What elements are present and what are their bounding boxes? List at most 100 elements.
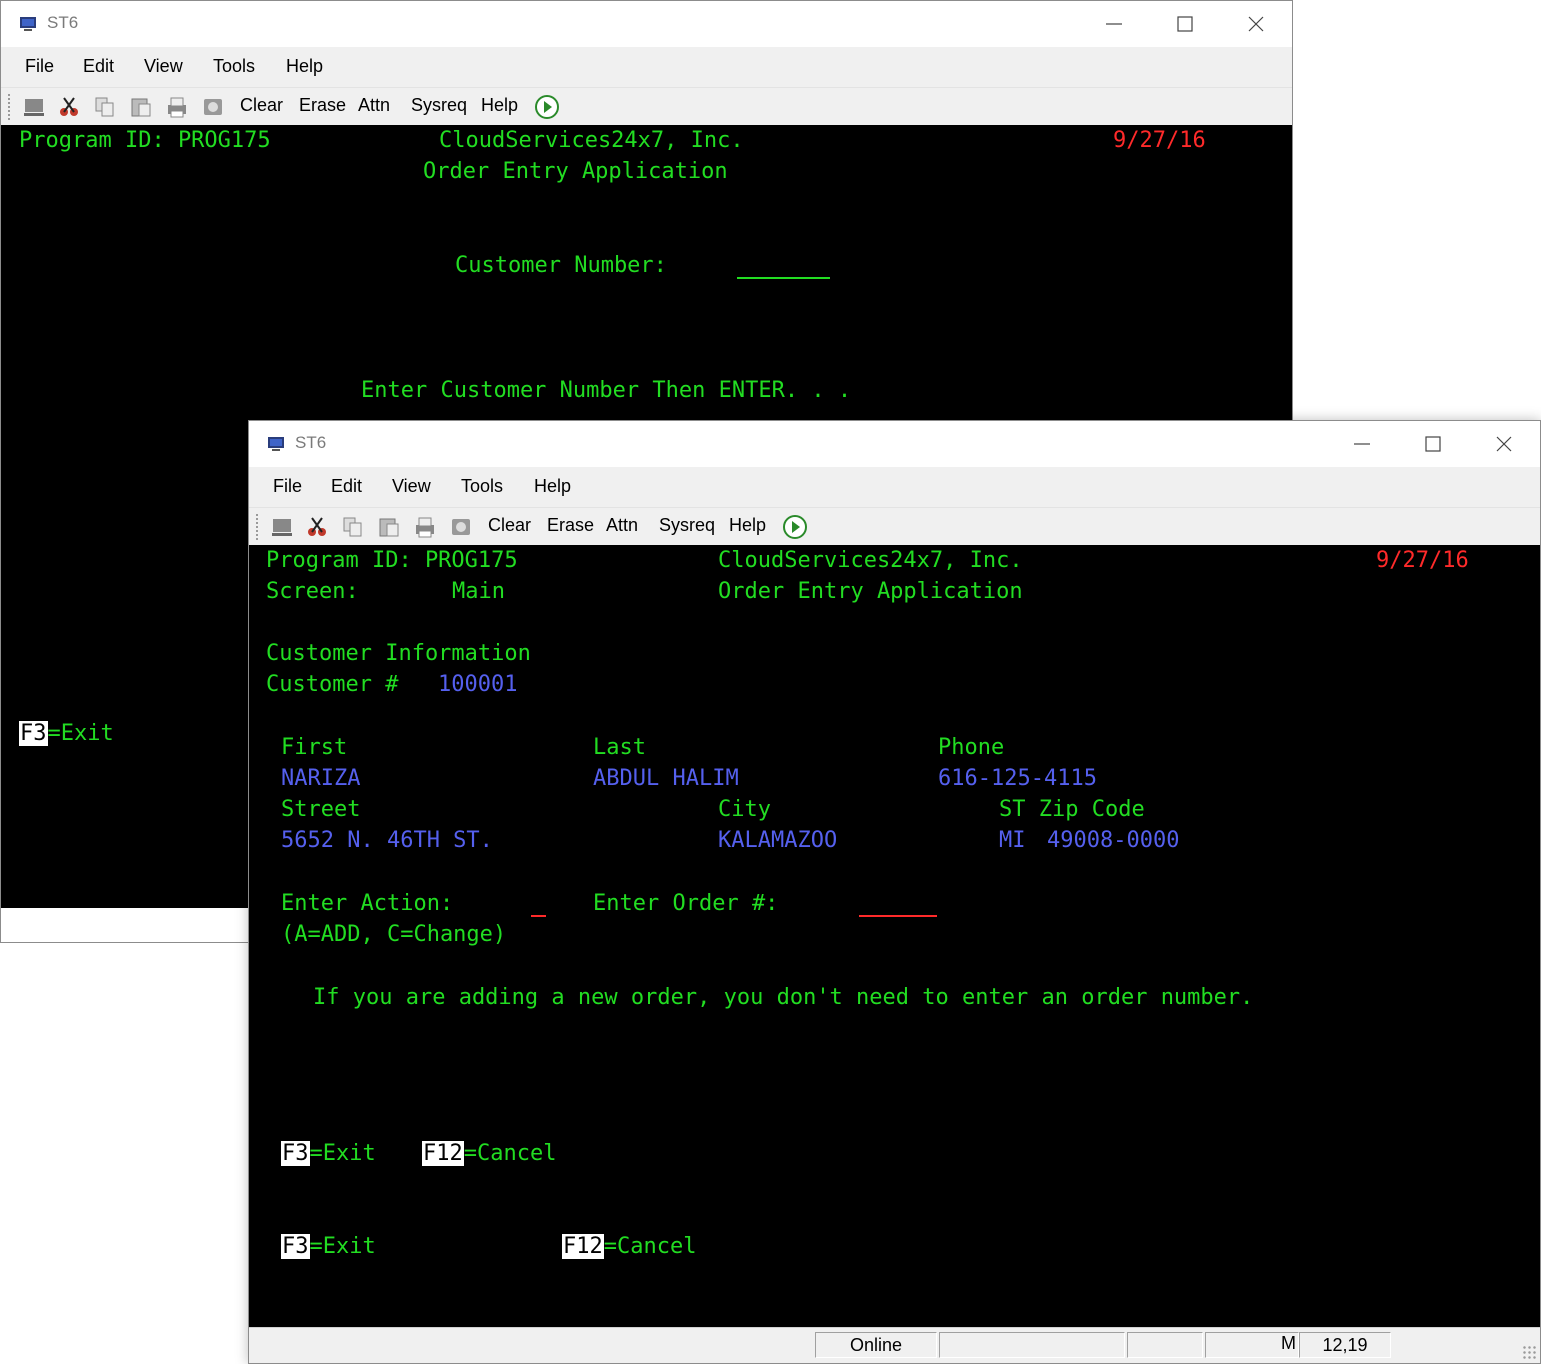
company-name: CloudServices24x7, Inc.	[718, 548, 1023, 573]
f3-key[interactable]: F3	[281, 1234, 310, 1259]
cursor-position: 12,19	[1299, 1332, 1391, 1358]
last-label: Last	[593, 735, 646, 760]
print-icon[interactable]	[412, 514, 438, 540]
disconnect-icon[interactable]	[269, 514, 295, 540]
resize-grip[interactable]	[1522, 1345, 1536, 1359]
minimize-button[interactable]	[1079, 1, 1149, 47]
minimize-icon	[1354, 443, 1370, 445]
status-bar: Online M 12,19	[249, 1327, 1540, 1363]
connection-status: Online	[815, 1332, 937, 1358]
last-value: ABDUL HALIM	[593, 766, 739, 791]
zip-value: 49008-0000	[1047, 828, 1180, 853]
terminal-app-icon	[268, 437, 284, 451]
title-bar[interactable]: ST6	[249, 421, 1540, 467]
attn-button[interactable]: Attn	[606, 515, 638, 536]
maximize-button[interactable]	[1150, 1, 1220, 47]
paste-icon[interactable]	[376, 514, 402, 540]
toolbar-grip[interactable]	[256, 514, 258, 540]
toolbar: Clear Erase Attn Sysreq Help	[1, 87, 1292, 126]
f3-label: =Exit	[309, 1141, 376, 1166]
toolbar: Clear Erase Attn Sysreq Help	[249, 507, 1540, 546]
f12-key[interactable]: F12	[562, 1234, 604, 1259]
program-id: Program ID: PROG175	[19, 128, 271, 153]
minimize-icon	[1106, 23, 1122, 25]
f3-label: =Exit	[309, 1234, 376, 1259]
window-title: ST6	[47, 13, 79, 32]
f12-cancel[interactable]: F12=Cancel	[422, 1141, 556, 1167]
sysreq-button[interactable]: Sysreq	[411, 95, 467, 116]
note-text: If you are adding a new order, you don't…	[313, 985, 1254, 1010]
program-id: Program ID: PROG175	[266, 548, 518, 573]
record-icon[interactable]	[200, 94, 226, 120]
action-hint: (A=ADD, C=Change)	[281, 922, 507, 947]
play-icon[interactable]	[782, 514, 808, 540]
screen-value: Main	[452, 579, 505, 604]
city-value: KALAMAZOO	[718, 828, 838, 853]
f3-key[interactable]: F3	[281, 1141, 310, 1166]
cut-icon[interactable]	[56, 94, 82, 120]
copy-icon[interactable]	[92, 94, 118, 120]
f12-cancel-bottom[interactable]: F12=Cancel	[562, 1234, 696, 1260]
clear-button[interactable]: Clear	[488, 515, 531, 536]
menu-file[interactable]: File	[25, 56, 54, 77]
title-bar[interactable]: ST6	[1, 1, 1292, 47]
close-button[interactable]	[1221, 1, 1291, 47]
sysreq-button[interactable]: Sysreq	[659, 515, 715, 536]
erase-button[interactable]: Erase	[299, 95, 346, 116]
f3-exit-bottom[interactable]: F3=Exit	[281, 1234, 376, 1260]
state-value: MI	[999, 828, 1026, 853]
toolbar-grip[interactable]	[8, 94, 10, 120]
paste-icon[interactable]	[128, 94, 154, 120]
terminal-screen[interactable]: Program ID: PROG175 CloudServices24x7, I…	[249, 545, 1540, 1329]
f3-key[interactable]: F3	[19, 721, 48, 746]
terminal-app-icon	[20, 17, 36, 31]
disconnect-icon[interactable]	[21, 94, 47, 120]
menu-view[interactable]: View	[392, 476, 431, 497]
f3-exit[interactable]: F3=Exit	[19, 721, 114, 747]
maximize-icon	[1425, 436, 1441, 452]
action-underline	[531, 915, 546, 917]
help-button[interactable]: Help	[481, 95, 518, 116]
close-button[interactable]	[1469, 421, 1539, 467]
phone-label: Phone	[938, 735, 1005, 760]
status-panel-empty-2	[1127, 1332, 1203, 1358]
status-panel-empty-1	[939, 1332, 1125, 1358]
clear-button[interactable]: Clear	[240, 95, 283, 116]
phone-value: 616-125-4115	[938, 766, 1097, 791]
cut-icon[interactable]	[304, 514, 330, 540]
menu-tools[interactable]: Tools	[213, 56, 255, 77]
play-icon[interactable]	[534, 94, 560, 120]
menu-help[interactable]: Help	[286, 56, 323, 77]
erase-button[interactable]: Erase	[547, 515, 594, 536]
record-icon[interactable]	[448, 514, 474, 540]
city-label: City	[718, 797, 771, 822]
instruction-text: Enter Customer Number Then ENTER. . .	[361, 378, 852, 403]
minimize-button[interactable]	[1327, 421, 1397, 467]
order-label: Enter Order #:	[593, 891, 779, 916]
menu-edit[interactable]: Edit	[83, 56, 114, 77]
f12-label: =Cancel	[463, 1141, 557, 1166]
attn-button[interactable]: Attn	[358, 95, 390, 116]
f3-exit[interactable]: F3=Exit	[281, 1141, 376, 1167]
mode-indicator: M	[1281, 1333, 1296, 1353]
help-button[interactable]: Help	[729, 515, 766, 536]
customer-number-label: Customer Number:	[455, 253, 667, 278]
menu-bar: File Edit View Tools Help	[1, 47, 1292, 87]
app-title: Order Entry Application	[718, 579, 1023, 604]
maximize-button[interactable]	[1398, 421, 1468, 467]
f12-label: =Cancel	[603, 1234, 697, 1259]
maximize-icon	[1177, 16, 1193, 32]
copy-icon[interactable]	[340, 514, 366, 540]
terminal-window-front[interactable]: ST6 File Edit View Tools Help Clear Eras…	[248, 420, 1541, 1364]
menu-file[interactable]: File	[273, 476, 302, 497]
menu-edit[interactable]: Edit	[331, 476, 362, 497]
screen-date: 9/27/16	[1113, 128, 1206, 153]
app-title: Order Entry Application	[423, 159, 728, 184]
menu-help[interactable]: Help	[534, 476, 571, 497]
menu-tools[interactable]: Tools	[461, 476, 503, 497]
menu-view[interactable]: View	[144, 56, 183, 77]
street-label: Street	[281, 797, 361, 822]
section-title: Customer Information	[266, 641, 531, 666]
print-icon[interactable]	[164, 94, 190, 120]
f12-key[interactable]: F12	[422, 1141, 464, 1166]
